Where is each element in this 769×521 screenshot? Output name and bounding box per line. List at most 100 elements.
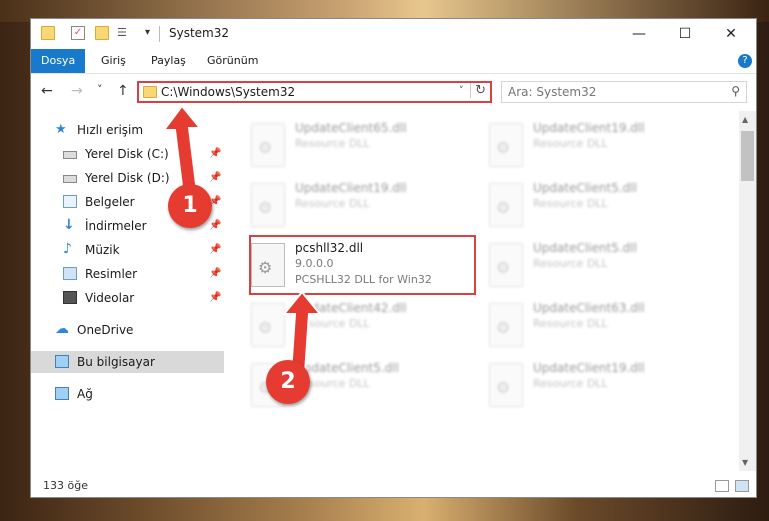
chevron-down-icon[interactable]: ▾ [145,26,159,40]
sidebar-item-label: Resimler [85,267,138,281]
gear-icon: ⚙ [496,318,511,337]
address-path: C:\Windows\System32 [161,85,296,99]
dll-file-icon: ⚙ [489,123,523,167]
file-description: Resource DLL [295,197,370,210]
sidebar-item-music[interactable]: ♪ Müzik 📌 [31,239,224,261]
refresh-icon[interactable]: ↻ [470,83,486,98]
search-box[interactable]: ⚲ [501,81,747,103]
computer-icon [55,355,69,368]
close-button[interactable]: ✕ [708,19,754,49]
star-icon: ★ [55,122,67,137]
folder-icon [143,86,157,98]
file-name: UpdateClient19.dll [295,181,407,195]
vertical-scrollbar[interactable]: ▲ ▼ [739,111,756,471]
file-name: UpdateClient19.dll [533,121,645,135]
sidebar-item-label: Müzik [85,243,120,257]
sidebar-item-label: Videolar [85,291,135,305]
file-item[interactable]: ⚙ UpdateClient5.dll Resource DLL [489,239,709,295]
pictures-icon [63,267,77,280]
sidebar-item-network[interactable]: Ağ [31,383,224,405]
sidebar-item-label: Hızlı erişim [77,123,144,137]
recent-locations-button[interactable]: ˅ [97,83,103,96]
sidebar-item-videos[interactable]: Videolar 📌 [31,287,224,309]
customize-toolbar-icon[interactable]: ☰ [117,26,131,40]
sidebar-item-pictures[interactable]: Resimler 📌 [31,263,224,285]
folder-icon [41,26,55,40]
new-folder-icon[interactable] [95,26,109,40]
scrollbar-thumb[interactable] [741,131,754,181]
sidebar-item-label: İndirmeler [85,219,147,233]
pin-icon[interactable]: 📌 [209,215,221,237]
drive-icon [63,151,77,159]
address-bar[interactable]: C:\Windows\System32 ˅ ↻ [137,81,492,103]
documents-icon [63,195,77,208]
file-name: UpdateClient5.dll [533,241,637,255]
dll-file-icon: ⚙ [251,183,285,227]
explorer-window: ✓ ☰ ▾ System32 — ☐ ✕ Dosya Giriş Paylaş … [30,18,757,498]
file-name: UpdateClient5.dll [533,181,637,195]
sidebar-item-label: Yerel Disk (C:) [85,147,169,161]
sidebar-item-label: Belgeler [85,195,135,209]
file-item[interactable]: ⚙ UpdateClient63.dll Resource DLL [489,299,709,355]
tab-giris[interactable]: Giriş [91,49,136,73]
status-bar: 133 öğe [31,475,756,497]
dll-file-icon: ⚙ [489,303,523,347]
file-highlight-box [249,235,476,295]
details-view-icon[interactable] [715,480,729,492]
pin-icon[interactable]: 📌 [209,239,221,261]
file-item[interactable]: ⚙ UpdateClient19.dll Resource DLL [251,179,471,235]
maximize-button[interactable]: ☐ [662,19,708,49]
file-description: Resource DLL [295,137,370,150]
sidebar-item-onedrive[interactable]: ☁ OneDrive [31,319,224,341]
sidebar-item-label: Bu bilgisayar [77,355,155,369]
sidebar-item-label: OneDrive [77,323,134,337]
properties-icon[interactable]: ✓ [71,26,85,40]
music-icon: ♪ [63,241,72,257]
gear-icon: ⚙ [496,138,511,157]
step-2-badge: 2 [266,360,310,404]
forward-button[interactable]: → [71,83,83,99]
dll-file-icon: ⚙ [251,123,285,167]
drive-icon [63,175,77,183]
cloud-icon: ☁ [55,321,69,337]
tab-gorunum[interactable]: Görünüm [197,49,268,73]
file-item[interactable]: ⚙ UpdateClient5.dll Resource DLL [489,179,709,235]
chevron-down-icon[interactable]: ˅ [459,84,465,97]
scroll-down-icon[interactable]: ▼ [742,458,748,467]
file-description: Resource DLL [533,197,608,210]
pin-icon[interactable]: 📌 [209,263,221,285]
file-item[interactable]: ⚙ UpdateClient65.dll Resource DLL [251,119,471,175]
file-name: UpdateClient19.dll [533,361,645,375]
file-description: Resource DLL [533,317,608,330]
tab-paylas[interactable]: Paylaş [141,49,196,73]
up-button[interactable]: ↑ [117,83,129,99]
ribbon-tabs: Dosya Giriş Paylaş Görünüm ? [31,49,756,74]
search-icon[interactable]: ⚲ [731,84,740,98]
network-icon [55,387,69,400]
file-item[interactable]: ⚙ UpdateClient19.dll Resource DLL [489,119,709,175]
scroll-up-icon[interactable]: ▲ [742,115,748,124]
step-1-badge: 1 [168,184,212,228]
file-description: Resource DLL [533,377,608,390]
gear-icon: ⚙ [258,198,273,217]
file-name: UpdateClient63.dll [533,301,645,315]
minimize-button[interactable]: — [616,19,662,49]
file-item[interactable]: ⚙ UpdateClient19.dll Resource DLL [489,359,709,415]
back-button[interactable]: ← [41,83,53,99]
search-input[interactable] [506,84,710,100]
dll-file-icon: ⚙ [489,363,523,407]
help-icon[interactable]: ? [738,54,752,68]
file-description: Resource DLL [533,257,608,270]
sidebar-item-this-pc[interactable]: Bu bilgisayar [31,351,224,373]
gear-icon: ⚙ [258,138,273,157]
large-icons-view-icon[interactable] [735,480,749,492]
tab-dosya[interactable]: Dosya [31,49,86,73]
divider [159,26,160,42]
file-name: UpdateClient65.dll [295,121,407,135]
download-icon: ↓ [63,217,75,233]
title-bar: ✓ ☰ ▾ System32 — ☐ ✕ [31,19,756,49]
dll-file-icon: ⚙ [489,183,523,227]
pin-icon[interactable]: 📌 [209,287,221,309]
sidebar-item-label: Yerel Disk (D:) [85,171,170,185]
gear-icon: ⚙ [496,198,511,217]
